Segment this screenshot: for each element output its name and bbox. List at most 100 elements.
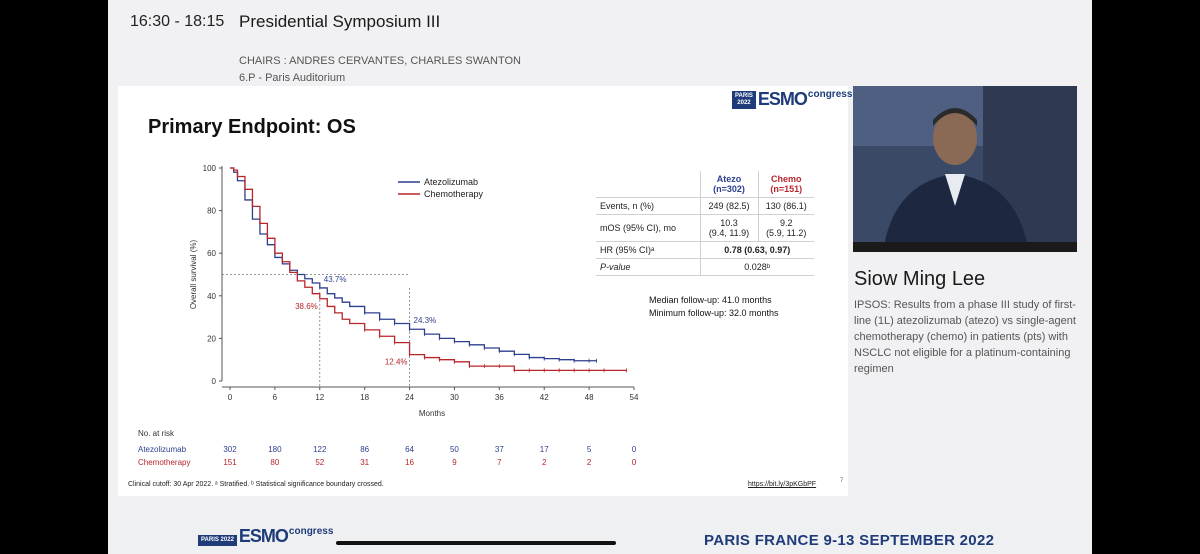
- logo-congress: congress: [807, 89, 853, 100]
- risk-value: 2: [542, 458, 547, 467]
- speaker-description: IPSOS: Results from a phase III study of…: [854, 299, 1076, 375]
- x-tick-label: 0: [228, 393, 233, 402]
- table-row: HR (95% CI)ᵃ 0.78 (0.63, 0.97): [596, 241, 814, 259]
- footer-bar: PARIS 2022 ESMO congress PARIS FRANCE 9-…: [108, 520, 1092, 554]
- footer-logo-word: ESMO: [238, 526, 289, 546]
- followup-median: Median follow-up: 41.0 months: [649, 295, 772, 305]
- logo-year: PARIS 2022: [732, 91, 756, 109]
- slide-page-number: 7: [840, 478, 844, 484]
- risk-value: 0: [632, 445, 637, 454]
- risk-value: 52: [315, 458, 324, 467]
- home-indicator[interactable]: [336, 541, 616, 545]
- x-tick-label: 6: [273, 393, 278, 402]
- table-corner: [596, 171, 700, 198]
- risk-value: 2: [587, 458, 592, 467]
- speaker-name: Siow Ming Lee: [854, 268, 986, 290]
- data-label: 38.6%: [295, 302, 318, 311]
- speaker-video: [853, 86, 1077, 252]
- x-tick-label: 12: [315, 393, 324, 402]
- col-chemo-n: (n=151): [770, 184, 803, 194]
- km-survival-chart: 0204060801000 6 12 18 24 30 36 42 48 54MonthsOver…: [138, 164, 639, 467]
- data-label: 24.3%: [414, 316, 437, 325]
- risk-value: 0: [632, 458, 637, 467]
- col-header-atezo: Atezo (n=302): [699, 171, 758, 198]
- followup-info: Median follow-up: 41.0 months Minimum fo…: [649, 294, 779, 320]
- x-tick-label: 18: [360, 393, 369, 402]
- col-header-chemo: Chemo (n=151): [757, 171, 814, 198]
- risk-table-title: No. at risk: [138, 429, 175, 438]
- risk-value: 302: [223, 445, 237, 454]
- risk-value: 80: [270, 458, 279, 467]
- cell-chemo: 130 (86.1): [757, 197, 814, 215]
- table-row: P-value 0.028ᵇ: [596, 258, 814, 276]
- risk-value: 31: [360, 458, 369, 467]
- footer-logo-year: PARIS 2022: [198, 535, 237, 546]
- footer-location-date: PARIS FRANCE 9-13 SEPTEMBER 2022: [704, 532, 995, 549]
- x-tick-label: 24: [405, 393, 414, 402]
- cell-atezo-value: 10.3: [720, 218, 738, 228]
- cell-atezo-ci: (9.4, 11.9): [708, 228, 750, 238]
- table-row: mOS (95% CI), mo 10.3 (9.4, 11.9) 9.2 (5…: [596, 214, 814, 242]
- slide-footnote: Clinical cutoff: 30 Apr 2022. ᵃ Stratifi…: [128, 481, 384, 488]
- session-header: 16:30 - 18:15 Presidential Symposium III…: [108, 0, 1092, 100]
- risk-value: 64: [405, 445, 414, 454]
- risk-value: 86: [360, 445, 369, 454]
- row-label: P-value: [596, 258, 700, 276]
- risk-row-label: Chemotherapy: [138, 458, 190, 467]
- row-label: Events, n (%): [596, 197, 700, 215]
- y-tick-label: 100: [203, 164, 217, 173]
- risk-value: 151: [223, 458, 237, 467]
- x-tick-label: 54: [630, 393, 639, 402]
- data-label: 12.4%: [385, 358, 408, 367]
- y-axis-label: Overall survival (%): [189, 239, 198, 309]
- session-title: Presidential Symposium III: [239, 12, 441, 31]
- y-tick-label: 40: [207, 292, 216, 301]
- x-tick-label: 36: [495, 393, 504, 402]
- session-time: 16:30 - 18:15: [130, 13, 225, 30]
- col-atezo-label: Atezo: [716, 174, 742, 184]
- esmo-logo: PARIS 2022 ESMO congress: [732, 89, 852, 109]
- legend-label: Atezolizumab: [424, 177, 478, 187]
- footer-esmo-logo: PARIS 2022 ESMO congress: [198, 526, 333, 546]
- presentation-slide: PARIS 2022 ESMO congress Primary Endpoin…: [118, 86, 852, 496]
- x-tick-label: 48: [585, 393, 594, 402]
- x-tick-label: 42: [540, 393, 549, 402]
- row-label: mOS (95% CI), mo: [596, 214, 700, 242]
- risk-value: 7: [497, 458, 502, 467]
- speaker-video-frame: [853, 86, 1077, 252]
- legend-label: Chemotherapy: [424, 189, 484, 199]
- cell-atezo: 249 (82.5): [699, 197, 758, 215]
- risk-value: 17: [540, 445, 549, 454]
- cell-chemo-value: 9.2: [779, 218, 793, 228]
- slide-link[interactable]: https://bit.ly/3pKGbPF: [748, 481, 816, 488]
- y-tick-label: 0: [212, 377, 217, 386]
- x-axis-label: Months: [419, 409, 445, 418]
- risk-value: 16: [405, 458, 414, 467]
- x-tick-label: 30: [450, 393, 459, 402]
- risk-value: 50: [450, 445, 459, 454]
- risk-value: 9: [452, 458, 457, 467]
- cell-hr: 0.78 (0.63, 0.97): [699, 241, 814, 259]
- cell-chemo: 9.2 (5.9, 11.2): [757, 214, 814, 242]
- y-tick-label: 80: [207, 207, 216, 216]
- cell-chemo-ci: (5.9, 11.2): [766, 228, 807, 238]
- session-chairs: CHAIRS : ANDRES CERVANTES, CHARLES SWANT…: [239, 55, 521, 67]
- session-room: 6.P - Paris Auditorium: [239, 72, 346, 84]
- cell-atezo: 10.3 (9.4, 11.9): [699, 214, 758, 242]
- col-atezo-n: (n=302): [713, 184, 745, 194]
- followup-min: Minimum follow-up: 32.0 months: [649, 308, 779, 318]
- row-label: HR (95% CI)ᵃ: [596, 241, 700, 259]
- presentation-frame: 16:30 - 18:15 Presidential Symposium III…: [108, 0, 1092, 554]
- col-chemo-label: Chemo: [770, 174, 802, 184]
- y-tick-label: 60: [207, 249, 216, 258]
- table-row: Events, n (%) 249 (82.5) 130 (86.1): [596, 197, 814, 215]
- data-label: 43.7%: [324, 275, 347, 284]
- risk-value: 37: [495, 445, 504, 454]
- os-summary-table: Atezo (n=302) Chemo (n=151) Events, n (%…: [596, 171, 814, 276]
- risk-value: 122: [313, 445, 327, 454]
- logo-word: ESMO: [757, 89, 808, 109]
- risk-value: 5: [587, 445, 592, 454]
- risk-value: 180: [268, 445, 282, 454]
- footer-logo-congress: congress: [288, 526, 334, 537]
- cell-pvalue: 0.028ᵇ: [699, 258, 814, 276]
